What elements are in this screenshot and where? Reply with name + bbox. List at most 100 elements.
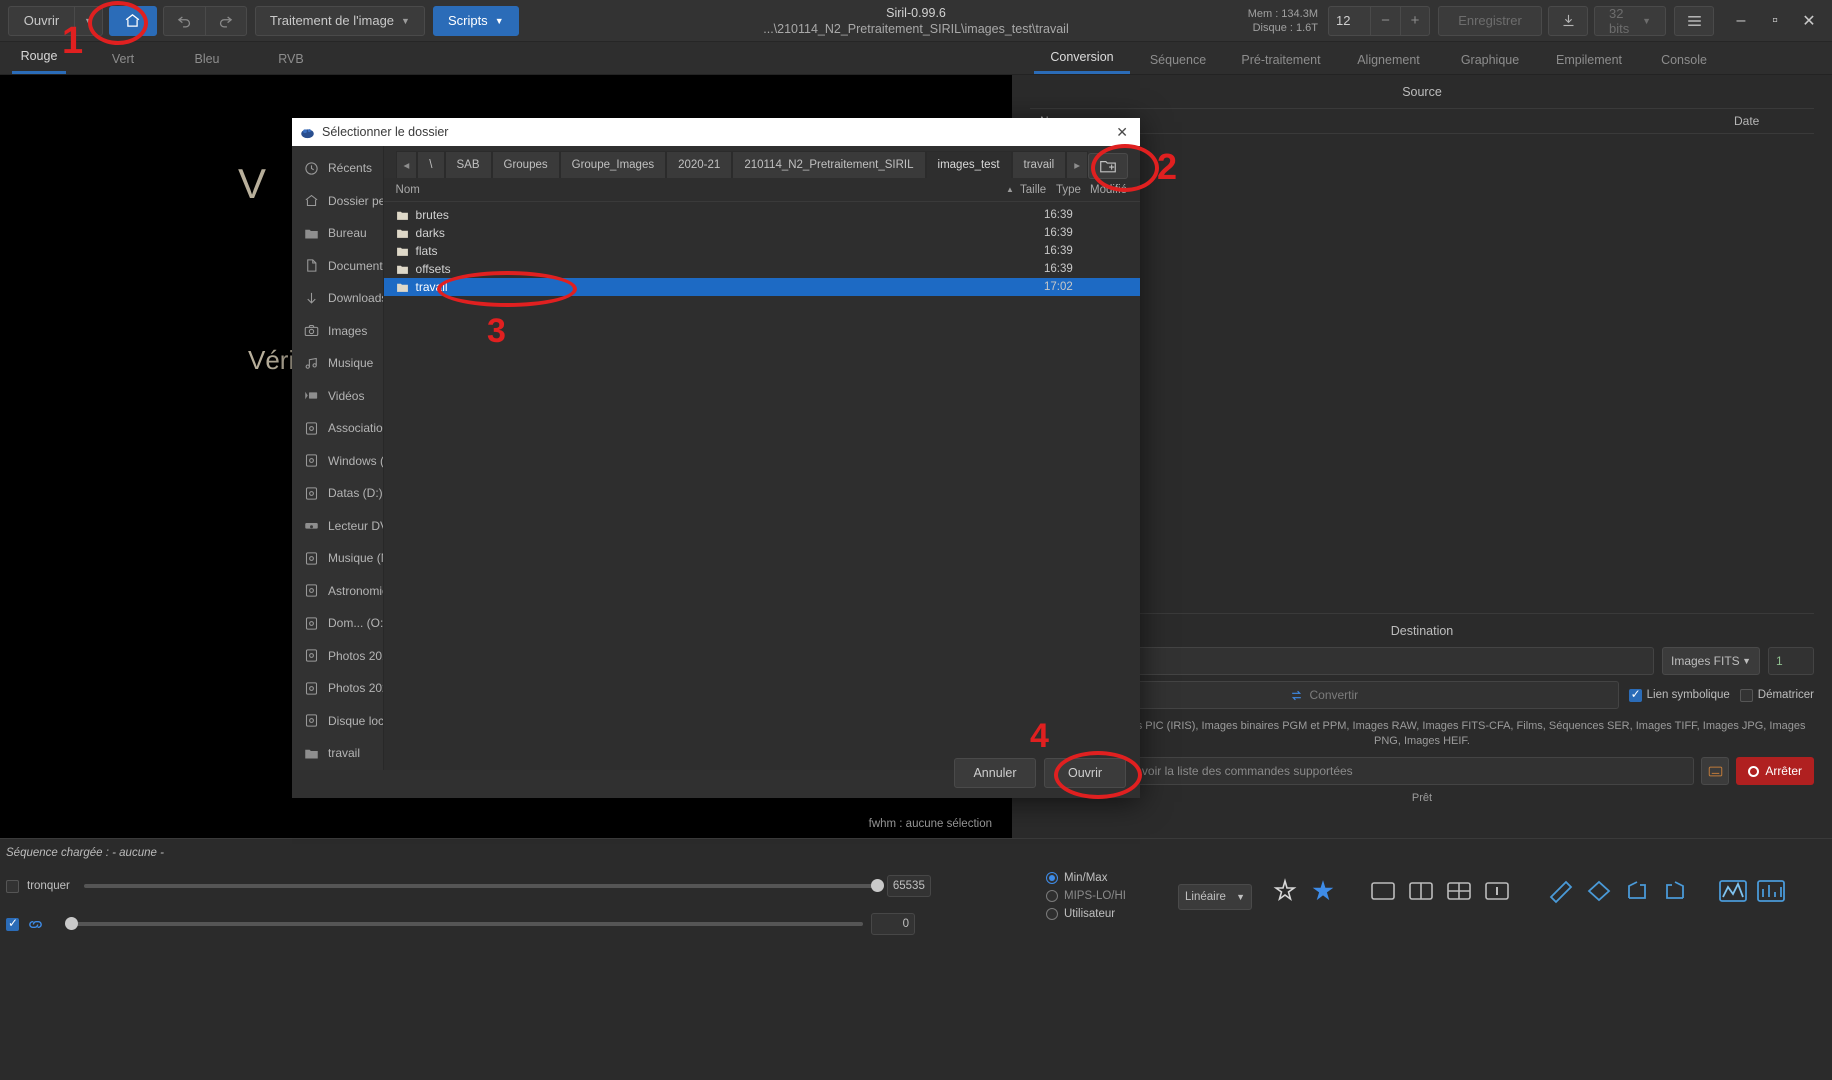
grid-four-icon[interactable] — [1442, 876, 1476, 906]
cancel-button[interactable]: Annuler — [954, 758, 1036, 788]
zoom-plus-button[interactable]: + — [1400, 5, 1430, 36]
breadcrumb-groupes[interactable]: Groupes — [491, 151, 560, 178]
command-history-button[interactable] — [1701, 757, 1730, 785]
grid-one-highlight-icon[interactable] — [1480, 876, 1514, 906]
tab-pretraitement[interactable]: Pré-traitement — [1226, 53, 1336, 74]
window-maximize-button[interactable]: ▫ — [1758, 4, 1792, 38]
dialog-close-button[interactable]: ✕ — [1112, 124, 1132, 141]
hi-slider-track[interactable] — [83, 879, 884, 892]
stop-button[interactable]: Arrêter — [1736, 757, 1814, 785]
rotate-left-icon[interactable] — [1620, 876, 1654, 906]
place-item-dom-o[interactable]: Dom... (O:) — [292, 607, 383, 640]
source-col-date[interactable]: Date — [1734, 114, 1814, 128]
col-header-size[interactable]: Taille — [1020, 184, 1056, 196]
lo-slider-knob[interactable] — [65, 917, 78, 930]
user-radio-wrap[interactable]: Utilisateur — [1046, 908, 1126, 920]
tab-alignement[interactable]: Alignement — [1336, 53, 1441, 74]
place-item-home[interactable]: Dossier personnel — [292, 185, 383, 218]
lo-value-input[interactable]: 0 — [871, 913, 915, 935]
breadcrumb-sab[interactable]: SAB — [444, 151, 492, 178]
tab-rvb[interactable]: RVB — [264, 52, 318, 74]
breadcrumb-forward-button[interactable]: ▸ — [1066, 151, 1088, 178]
breadcrumb-2020-21[interactable]: 2020-21 — [666, 151, 733, 178]
star-detect-icon[interactable] — [1268, 876, 1302, 906]
places-sidebar[interactable]: Récents Dossier personnel Bureau Documen… — [292, 146, 384, 770]
col-header-name[interactable]: Nom — [396, 184, 1006, 196]
symlink-checkbox-wrap[interactable]: Lien symbolique — [1628, 687, 1730, 702]
place-item-videos[interactable]: Vidéos — [292, 380, 383, 413]
astrometry-icon[interactable] — [1582, 876, 1616, 906]
window-close-button[interactable]: ✕ — [1792, 4, 1826, 38]
breadcrumb-images-test[interactable]: images_test — [925, 151, 1012, 178]
hi-value-input[interactable]: 65535 — [886, 875, 931, 897]
place-item-photos-2020-q[interactable]: Photos 2020 (Q:) — [292, 672, 383, 705]
tab-empilement[interactable]: Empilement — [1539, 53, 1639, 74]
demosaic-checkbox[interactable] — [1739, 688, 1753, 702]
display-mode-combo[interactable]: Linéaire ▼ — [1178, 884, 1252, 910]
zoom-minus-button[interactable]: − — [1370, 5, 1400, 36]
col-header-type[interactable]: Type — [1056, 184, 1090, 196]
bit-depth-selector[interactable]: 32 bits ▼ — [1594, 5, 1666, 36]
tab-vert[interactable]: Vert — [96, 52, 150, 74]
tab-bleu[interactable]: Bleu — [180, 52, 234, 74]
breadcrumb-back-button[interactable]: ◂ — [395, 151, 418, 178]
hi-slider-knob[interactable] — [870, 879, 884, 892]
save-button[interactable]: Enregistrer — [1438, 5, 1542, 36]
place-item-downloads[interactable]: Downloads — [292, 282, 383, 315]
place-item-datas-d[interactable]: Datas (D:) — [292, 477, 383, 510]
photometry-icon[interactable] — [1544, 876, 1578, 906]
breadcrumb-travail[interactable]: travail — [1011, 151, 1067, 178]
place-item-music[interactable]: Musique — [292, 347, 383, 380]
tab-rouge[interactable]: Rouge — [12, 49, 66, 74]
zoom-value[interactable]: 12 — [1328, 5, 1370, 36]
save-as-button[interactable] — [1548, 5, 1588, 36]
chain-checkbox[interactable] — [6, 916, 19, 931]
file-row-brutes[interactable]: brutes 16:39 — [384, 206, 1140, 224]
place-item-photos-2018-p[interactable]: Photos 2018-19-20 (P:) — [292, 640, 383, 673]
color-balance-icon[interactable] — [1754, 876, 1788, 906]
tab-console[interactable]: Console — [1639, 53, 1729, 74]
place-item-documents[interactable]: Documents — [292, 250, 383, 283]
minmax-radio[interactable] — [1046, 872, 1058, 884]
place-item-images[interactable]: Images — [292, 315, 383, 348]
lo-slider-track[interactable] — [65, 917, 863, 930]
redo-button[interactable] — [204, 5, 247, 36]
place-item-associations[interactable]: Associations (A:) — [292, 412, 383, 445]
place-item-desktop[interactable]: Bureau — [292, 217, 383, 250]
mipslohi-radio[interactable] — [1046, 890, 1058, 902]
file-row-flats[interactable]: flats 16:39 — [384, 242, 1140, 260]
tab-conversion[interactable]: Conversion — [1034, 50, 1130, 74]
source-file-list[interactable] — [1030, 134, 1814, 614]
window-minimize-button[interactable]: – — [1724, 4, 1758, 38]
rotate-right-icon[interactable] — [1658, 876, 1692, 906]
tab-sequence[interactable]: Séquence — [1130, 53, 1226, 74]
mipslohi-radio-wrap[interactable]: MIPS-LO/HI — [1046, 890, 1126, 902]
scripts-menu[interactable]: Scripts ▼ — [432, 5, 519, 36]
demosaic-checkbox-wrap[interactable]: Dématricer — [1739, 688, 1814, 702]
breadcrumb-210114[interactable]: 210114_N2_Pretraitement_SIRIL — [732, 151, 926, 178]
truncate-checkbox[interactable] — [6, 879, 19, 893]
place-item-disque-local-z[interactable]: Disque local (Z:) — [292, 705, 383, 738]
image-processing-menu[interactable]: Traitement de l'image ▼ — [254, 5, 425, 36]
start-index-input[interactable]: 1 — [1768, 647, 1814, 675]
tab-graphique[interactable]: Graphique — [1441, 53, 1539, 74]
place-item-astronomie-n[interactable]: Astronomie (N:) — [292, 575, 383, 608]
symlink-checkbox[interactable] — [1628, 687, 1642, 702]
place-item-windows-c[interactable]: Windows (C:) — [292, 445, 383, 478]
breadcrumb-groupe-images[interactable]: Groupe_Images — [559, 151, 667, 178]
undo-button[interactable] — [162, 5, 205, 36]
place-item-musique-m[interactable]: Musique (M:) — [292, 542, 383, 575]
star-highlight-icon[interactable] — [1306, 876, 1340, 906]
place-item-travail[interactable]: travail — [292, 737, 383, 770]
breadcrumb-root[interactable]: \ — [417, 151, 445, 178]
histogram-icon[interactable] — [1716, 876, 1750, 906]
place-item-recents[interactable]: Récents — [292, 152, 383, 185]
file-row-darks[interactable]: darks 16:39 — [384, 224, 1140, 242]
hamburger-menu-button[interactable] — [1674, 5, 1714, 36]
grid-two-icon[interactable] — [1404, 876, 1438, 906]
user-radio[interactable] — [1046, 908, 1058, 920]
grid-single-icon[interactable] — [1366, 876, 1400, 906]
output-format-combo[interactable]: Images FITS ▼ — [1662, 647, 1760, 675]
minmax-radio-wrap[interactable]: Min/Max — [1046, 872, 1126, 884]
zoom-stepper[interactable]: 12 − + — [1328, 5, 1430, 36]
